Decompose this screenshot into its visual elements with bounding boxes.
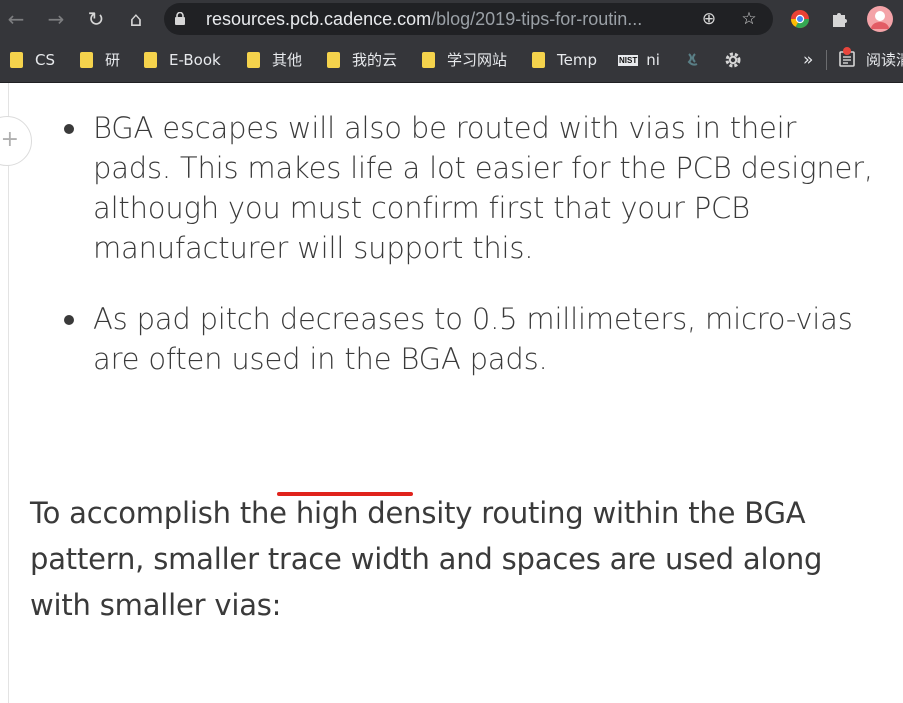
profile-avatar-icon[interactable]	[867, 6, 893, 32]
divider	[826, 50, 827, 70]
browser-toolbar: ← → ↻ ⌂ resources.pcb.cadence.com/blog/2…	[0, 0, 903, 38]
bookmark-favicon-icon[interactable]	[684, 51, 702, 69]
folder-icon	[10, 52, 23, 68]
url-path: /blog/2019-tips-for-routin...	[431, 9, 643, 29]
bookmarks-overflow-button[interactable]: »	[803, 38, 813, 82]
bullet-dot	[64, 315, 74, 325]
back-arrow-icon[interactable]: ←	[4, 7, 28, 31]
left-rail	[0, 83, 9, 703]
url-text[interactable]: resources.pcb.cadence.com/blog/2019-tips…	[206, 3, 642, 35]
reading-list-button[interactable]: 阅读清单	[838, 38, 903, 82]
bookmark-label: E-Book	[169, 51, 221, 69]
gear-icon[interactable]	[723, 50, 743, 70]
bookmark-folder-study[interactable]: 学习网站	[422, 38, 507, 82]
bookmark-star-icon[interactable]: ☆	[738, 8, 760, 30]
bookmark-label: Temp	[557, 51, 597, 69]
folder-icon	[144, 52, 157, 68]
bookmark-folder-temp[interactable]: Temp	[532, 38, 597, 82]
bookmark-label: 我的云	[352, 51, 398, 69]
folder-icon	[327, 52, 340, 68]
puzzle-extensions-icon[interactable]	[829, 8, 851, 30]
bookmark-folder-cs[interactable]: CS	[10, 38, 55, 82]
bookmark-label: ni	[646, 51, 660, 69]
forward-arrow-icon[interactable]: →	[44, 7, 68, 31]
nist-logo-icon: NIST	[618, 55, 639, 66]
bullet-text: As pad pitch decreases to 0.5 millimeter…	[93, 302, 853, 376]
notification-dot	[843, 47, 851, 55]
bookmark-folder-cloud[interactable]: 我的云	[327, 38, 397, 82]
plus-icon: +	[0, 127, 19, 152]
zoom-icon[interactable]: ⊕	[698, 8, 720, 30]
bookmark-folder-yan[interactable]: 研	[80, 38, 120, 82]
highlighted-phrase: trace width	[267, 542, 430, 576]
red-underline-annotation	[277, 492, 413, 496]
folder-icon	[532, 52, 545, 68]
article-page: + BGA escapes will also be routed with v…	[0, 83, 903, 703]
bullet-dot	[64, 124, 74, 134]
lock-icon	[175, 12, 185, 25]
bookmark-label: CS	[35, 51, 55, 69]
home-icon[interactable]: ⌂	[124, 7, 148, 31]
list-item: As pad pitch decreases to 0.5 millimeter…	[64, 299, 883, 379]
url-host: resources.pcb.cadence.com	[206, 9, 432, 29]
bookmarks-bar: CS 研 E-Book 其他 我的云 学习网站 Temp NIST ni » 阅读…	[0, 38, 903, 83]
reload-icon[interactable]: ↻	[84, 7, 108, 31]
expand-button[interactable]: +	[0, 116, 32, 166]
bookmark-folder-ebook[interactable]: E-Book	[144, 38, 221, 82]
chrome-extension-icon[interactable]	[789, 8, 811, 30]
reading-list-label: 阅读清单	[866, 51, 903, 69]
address-bar[interactable]: resources.pcb.cadence.com/blog/2019-tips…	[164, 3, 773, 35]
folder-icon	[247, 52, 260, 68]
folder-icon	[80, 52, 93, 68]
bookmark-label: 学习网站	[447, 51, 508, 69]
bullet-text: BGA escapes will also be routed with via…	[93, 111, 873, 265]
bookmark-label: 研	[105, 51, 121, 69]
bookmark-folder-other[interactable]: 其他	[247, 38, 302, 82]
bookmark-label: 其他	[272, 51, 303, 69]
body-paragraph: To accomplish the high density routing w…	[30, 490, 890, 628]
bookmark-nist[interactable]: NIST ni	[618, 38, 660, 82]
list-item: BGA escapes will also be routed with via…	[64, 108, 883, 268]
folder-icon	[422, 52, 435, 68]
